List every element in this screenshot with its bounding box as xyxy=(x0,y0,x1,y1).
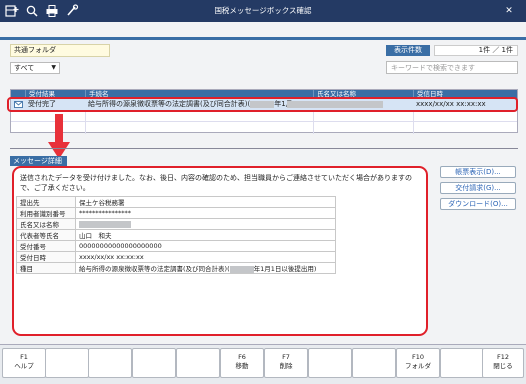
message-body: 送信されたデータを受け付けました。なお、後日、内容の確認のため、担当職員からご連… xyxy=(20,174,412,192)
search-input[interactable] xyxy=(386,61,518,74)
detail-key: 氏名又は名称 xyxy=(16,218,76,230)
fkey-label: フォルダ xyxy=(405,362,431,370)
detail-key: 利用者識別番号 xyxy=(16,207,76,219)
request-issue-button[interactable]: 交付請求(G)... xyxy=(440,182,516,194)
header-divider xyxy=(0,37,526,40)
grid-line xyxy=(313,110,314,134)
fkey-empty-button[interactable] xyxy=(440,348,484,378)
detail-value: xxxx/xx/xx xx:xx:xx xyxy=(75,251,336,263)
fkey-number: F10 xyxy=(411,353,424,361)
function-key-bar: F1 ヘルプ F6 移動 F7 削除 F10 フォルダ F12 閉じる xyxy=(0,344,526,384)
fkey-label: 閉じる xyxy=(493,362,513,370)
detail-row: 受付番号 00000000000000000000 xyxy=(16,240,336,252)
section-divider xyxy=(10,148,518,149)
detail-value: 山口 和夫 xyxy=(75,229,336,241)
down-arrow-icon xyxy=(48,114,70,159)
grid-line xyxy=(413,110,414,134)
detail-value-redacted xyxy=(75,218,336,230)
fkey-label: ヘルプ xyxy=(14,362,34,370)
redacted-block xyxy=(229,265,254,273)
fkey-empty-button[interactable] xyxy=(176,348,220,378)
detail-value: 00000000000000000000 xyxy=(75,240,336,252)
detail-value: **************** xyxy=(75,207,336,219)
detail-row: 氏名又は名称 xyxy=(16,218,336,230)
fkey-empty-button[interactable] xyxy=(352,348,396,378)
view-form-button[interactable]: 帳票表示(D)... xyxy=(440,166,516,178)
count-label: 表示件数 xyxy=(386,45,430,56)
detail-row: 利用者識別番号 **************** xyxy=(16,207,336,219)
grid-line xyxy=(85,110,86,134)
detail-row: 提出先 保土ケ谷税務署 xyxy=(16,196,336,208)
close-icon[interactable]: ✕ xyxy=(502,4,516,18)
fkey-number: F7 xyxy=(282,353,290,361)
detail-value: 保土ケ谷税務署 xyxy=(75,196,336,208)
count-value: 1件 ／ 1件 xyxy=(434,45,518,56)
detail-key: 種目 xyxy=(16,262,76,274)
folder-name: 共通フォルダ xyxy=(10,44,110,57)
detail-value: 給与所得の源泉徴収票等の法定調書(及び同合計表)( 年1月1日以後提出用) xyxy=(75,262,336,274)
f7-delete-button[interactable]: F7 削除 xyxy=(264,348,308,378)
f6-move-button[interactable]: F6 移動 xyxy=(220,348,264,378)
tab-message-detail[interactable]: メッセージ詳細 xyxy=(10,156,67,166)
fkey-number: F1 xyxy=(20,353,28,361)
detail-key: 代表者等氏名 xyxy=(16,229,76,241)
fkey-label: 削除 xyxy=(279,362,293,370)
title-bar: 国税メッセージボックス確認 ✕ xyxy=(0,0,526,22)
fkey-empty-button[interactable] xyxy=(132,348,176,378)
redacted-block xyxy=(79,220,131,228)
detail-row: 種目 給与所得の源泉徴収票等の法定調書(及び同合計表)( 年1月1日以後提出用) xyxy=(16,262,336,274)
detail-value-suffix: 年1月1日以後提出用) xyxy=(253,265,317,273)
fkey-empty-button[interactable] xyxy=(308,348,352,378)
fkey-number: F12 xyxy=(496,353,509,361)
fkey-empty-button[interactable] xyxy=(88,348,132,378)
detail-key: 提出先 xyxy=(16,196,76,208)
fkey-empty-button[interactable] xyxy=(45,348,89,378)
f10-folder-button[interactable]: F10 フォルダ xyxy=(396,348,440,378)
f12-close-button[interactable]: F12 閉じる xyxy=(482,348,524,378)
detail-row: 受付日時 xxxx/xx/xx xx:xx:xx xyxy=(16,251,336,263)
fkey-label: 移動 xyxy=(235,362,249,370)
selection-highlight xyxy=(7,97,518,112)
grid-line xyxy=(11,121,517,122)
download-button[interactable]: ダウンロード(O)... xyxy=(440,198,516,210)
detail-value-text: 給与所得の源泉徴収票等の法定調書(及び同合計表)( xyxy=(79,265,230,273)
f1-help-button[interactable]: F1 ヘルプ xyxy=(2,348,46,378)
message-details-table: 提出先 保土ケ谷税務署 利用者識別番号 **************** 氏名又は名… xyxy=(16,196,336,274)
chevron-down-icon: ▼ xyxy=(51,64,56,71)
filter-select[interactable]: すべて ▼ xyxy=(10,62,60,74)
detail-row: 代表者等氏名 山口 和夫 xyxy=(16,229,336,241)
detail-key: 受付日時 xyxy=(16,251,76,263)
filter-select-value: すべて xyxy=(14,64,35,72)
detail-key: 受付番号 xyxy=(16,240,76,252)
fkey-number: F6 xyxy=(238,353,246,361)
window-title: 国税メッセージボックス確認 xyxy=(214,6,312,15)
